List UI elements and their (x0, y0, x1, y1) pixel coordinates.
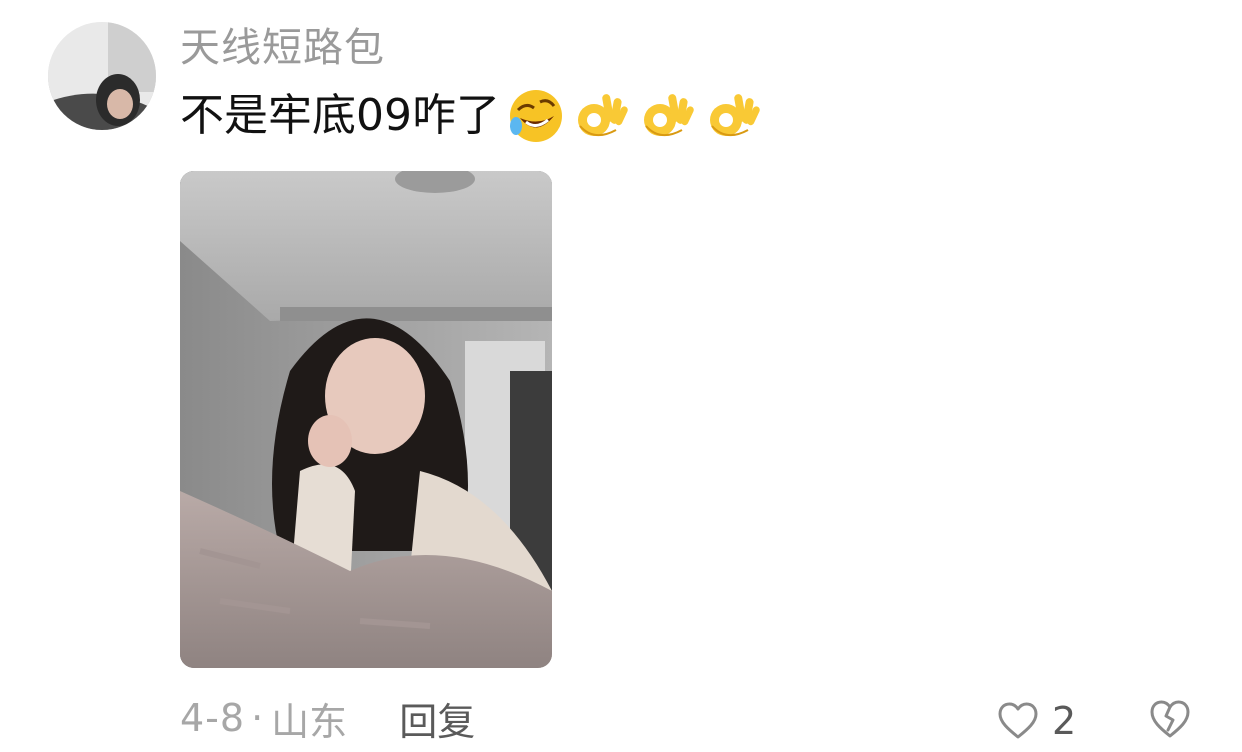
user-avatar[interactable] (48, 22, 156, 130)
emoji-group (506, 86, 764, 146)
ok-hand-emoji (638, 86, 698, 146)
comment-location: 山东 (271, 699, 348, 744)
comment-meta: 4-8 · 山东 回复 (180, 692, 475, 744)
broken-heart-icon (1150, 700, 1190, 738)
heart-outline-icon (996, 701, 1040, 741)
ok-hand-emoji (572, 86, 632, 146)
like-count: 2 (1052, 699, 1077, 743)
rofl-emoji (506, 86, 566, 146)
comment-body: 不是牢底09咋了 (180, 88, 764, 144)
ok-hand-emoji (704, 86, 764, 146)
meta-separator: · (251, 696, 264, 740)
reply-button[interactable]: 回复 (399, 691, 475, 746)
comment-date: 4-8 (180, 696, 246, 740)
like-button[interactable]: 2 (996, 696, 1076, 746)
comment-username[interactable]: 天线短路包 (180, 24, 385, 72)
comment-image[interactable] (180, 171, 552, 668)
dislike-button[interactable] (1148, 698, 1192, 740)
comment-text: 不是牢底09咋了 (180, 90, 500, 141)
